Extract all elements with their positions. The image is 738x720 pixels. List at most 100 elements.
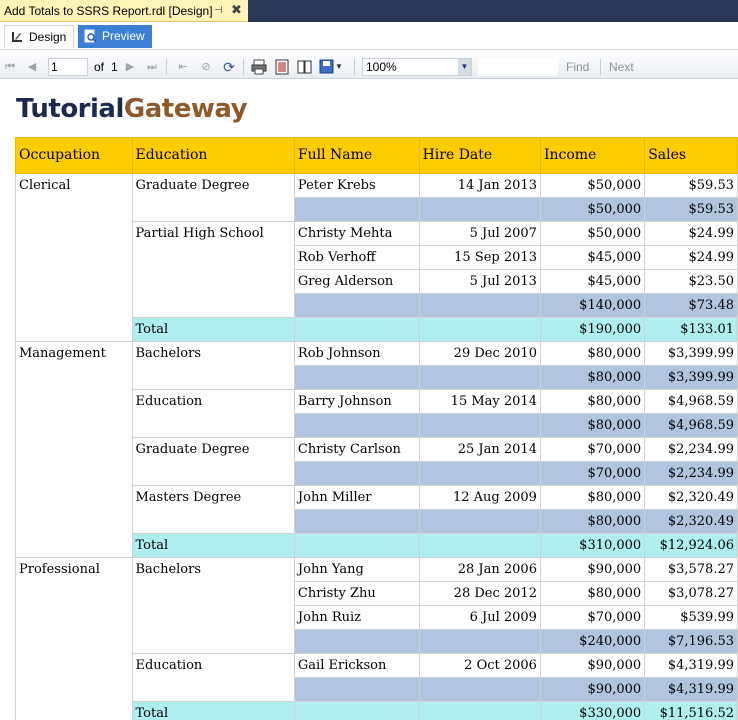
subtotal-sales-cell: $2,234.99 <box>644 461 738 486</box>
total-empty-cell <box>418 701 541 720</box>
full-name-cell: John Ruiz <box>293 605 420 630</box>
subtotal-empty-cell <box>293 365 420 390</box>
subtotal-income-cell: $70,000 <box>539 461 646 486</box>
subtotal-income-cell: $90,000 <box>539 677 646 702</box>
document-tab[interactable]: Add Totals to SSRS Report.rdl [Design] ⊣… <box>0 0 248 22</box>
column-header-sales[interactable]: Sales <box>644 137 738 174</box>
logo-text-gateway: Gateway <box>123 94 248 124</box>
income-cell: $80,000 <box>539 581 646 606</box>
sales-cell: $3,078.27 <box>644 581 738 606</box>
export-dropdown-icon[interactable]: ▼ <box>335 58 343 76</box>
subtotal-empty-cell <box>418 413 541 438</box>
previous-page-icon[interactable]: ◀ <box>26 58 38 76</box>
tab-design-label: Design <box>29 30 67 44</box>
next-page-icon[interactable]: ▶ <box>124 58 136 76</box>
subtotal-empty-cell <box>418 461 541 486</box>
occupation-cell: Clerical <box>15 173 133 342</box>
tab-preview[interactable]: Preview <box>78 25 152 48</box>
column-header-occupation[interactable]: Occupation <box>15 137 133 174</box>
subtotal-income-cell: $80,000 <box>539 509 646 534</box>
tab-design[interactable]: Design <box>4 25 74 48</box>
income-cell: $45,000 <box>539 245 646 270</box>
find-button[interactable]: Find <box>566 58 589 76</box>
close-icon[interactable]: ✖ <box>231 0 242 21</box>
hire-date-cell: 15 May 2014 <box>418 389 541 414</box>
zoom-value: 100% <box>366 60 397 74</box>
sales-cell: $3,578.27 <box>644 557 738 582</box>
total-income-cell: $190,000 <box>539 317 646 342</box>
total-income-cell: $330,000 <box>539 701 646 720</box>
zoom-select[interactable]: 100% ▼ <box>362 58 472 76</box>
income-cell: $90,000 <box>539 653 646 678</box>
education-cell: Graduate Degree <box>131 173 295 222</box>
sales-cell: $23.50 <box>644 269 738 294</box>
income-cell: $50,000 <box>539 173 646 198</box>
find-next-button[interactable]: Next <box>609 58 634 76</box>
total-empty-cell <box>293 533 420 558</box>
subtotal-empty-cell <box>293 413 420 438</box>
first-page-icon[interactable]: ⏮ <box>4 58 16 76</box>
income-cell: $80,000 <box>539 389 646 414</box>
full-name-cell: Gail Erickson <box>293 653 420 678</box>
toolbar-separator <box>600 59 601 75</box>
column-header-hire-date[interactable]: Hire Date <box>418 137 541 174</box>
refresh-icon[interactable]: ⟳ <box>221 58 237 76</box>
total-empty-cell <box>293 317 420 342</box>
chevron-down-icon[interactable]: ▼ <box>458 59 471 75</box>
total-empty-cell <box>293 701 420 720</box>
full-name-cell: Barry Johnson <box>293 389 420 414</box>
hire-date-cell: 28 Jan 2006 <box>418 557 541 582</box>
total-sales-cell: $12,924.06 <box>644 533 738 558</box>
subtotal-income-cell: $50,000 <box>539 197 646 222</box>
sales-cell: $3,399.99 <box>644 341 738 366</box>
subtotal-income-cell: $80,000 <box>539 413 646 438</box>
full-name-cell: Christy Mehta <box>293 221 420 246</box>
hire-date-cell: 25 Jan 2014 <box>418 437 541 462</box>
sales-cell: $539.99 <box>644 605 738 630</box>
total-income-cell: $310,000 <box>539 533 646 558</box>
hire-date-cell: 5 Jul 2007 <box>418 221 541 246</box>
sales-cell: $24.99 <box>644 221 738 246</box>
subtotal-income-cell: $140,000 <box>539 293 646 318</box>
print-icon[interactable] <box>250 58 268 76</box>
report-toolbar: ⏮ ◀ 1 of 1 ▶ ⏭ ⇤ ⊘ ⟳ ▼ 100% ▼ Find Next <box>0 55 738 79</box>
print-layout-icon[interactable] <box>273 58 291 76</box>
hire-date-cell: 29 Dec 2010 <box>418 341 541 366</box>
back-to-parent-icon[interactable]: ⇤ <box>176 58 190 76</box>
hire-date-cell: 15 Sep 2013 <box>418 245 541 270</box>
hire-date-cell: 2 Oct 2006 <box>418 653 541 678</box>
sales-cell: $2,320.49 <box>644 485 738 510</box>
sales-cell: $2,234.99 <box>644 437 738 462</box>
column-header-full-name[interactable]: Full Name <box>293 137 420 174</box>
total-label-cell: Total <box>131 317 295 342</box>
full-name-cell: Rob Johnson <box>293 341 420 366</box>
page-setup-icon[interactable] <box>296 58 314 76</box>
full-name-cell: Peter Krebs <box>293 173 420 198</box>
view-tabs: Design Preview <box>0 22 738 50</box>
subtotal-empty-cell <box>293 461 420 486</box>
subtotal-empty-cell <box>293 509 420 534</box>
stop-icon[interactable]: ⊘ <box>198 58 214 76</box>
toolbar-separator <box>166 59 167 75</box>
education-cell: Education <box>131 653 295 702</box>
pin-icon[interactable]: ⊣ <box>214 0 223 22</box>
subtotal-empty-cell <box>293 293 420 318</box>
hire-date-cell: 5 Jul 2013 <box>418 269 541 294</box>
table-row: Professional Bachelors John Yang 28 Jan 200… <box>15 557 738 720</box>
find-text-input[interactable] <box>478 58 558 76</box>
subtotal-empty-cell <box>418 629 541 654</box>
column-header-education[interactable]: Education <box>131 137 295 174</box>
occupation-cell: Management <box>15 341 133 558</box>
full-name-cell: John Yang <box>293 557 420 582</box>
report-body: Clerical Graduate Degree Peter Krebs 14 Jan… <box>15 173 738 720</box>
page-total: 1 <box>111 60 118 74</box>
subtotal-sales-cell: $7,196.53 <box>644 629 738 654</box>
export-save-icon[interactable] <box>318 58 336 76</box>
last-page-icon[interactable]: ⏭ <box>146 58 158 76</box>
total-empty-cell <box>418 533 541 558</box>
column-header-income[interactable]: Income <box>539 137 646 174</box>
education-cell: Masters Degree <box>131 485 295 534</box>
income-cell: $50,000 <box>539 221 646 246</box>
page-number-input[interactable]: 1 <box>48 58 88 76</box>
education-cell: Education <box>131 389 295 438</box>
